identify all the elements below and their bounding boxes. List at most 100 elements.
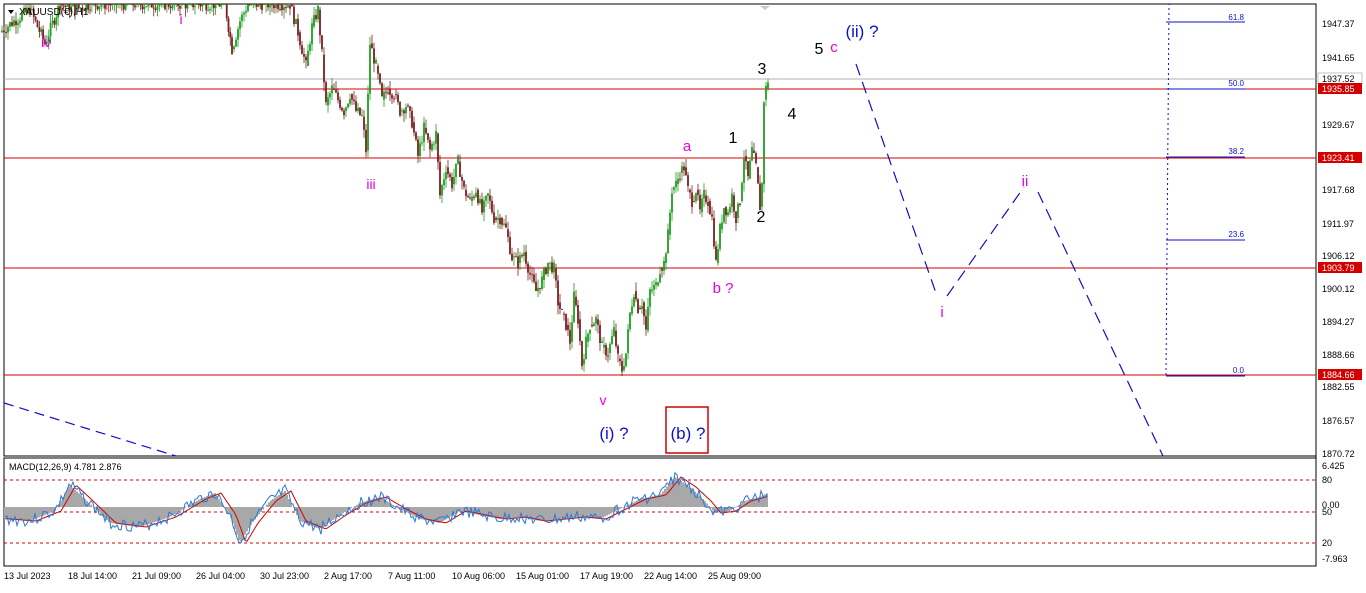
candle-body <box>529 273 531 275</box>
candle-body <box>603 345 605 348</box>
macd-histogram-bar <box>116 507 118 524</box>
candle-body <box>563 314 565 315</box>
candle-body <box>569 330 571 344</box>
candle-body <box>239 21 241 29</box>
candle-body <box>463 181 465 187</box>
macd-histogram-bar <box>386 501 388 507</box>
macd-histogram-bar <box>160 507 162 520</box>
macd-histogram-bar <box>276 496 278 507</box>
candle-body <box>149 4 151 5</box>
time-tick: 21 Jul 09:00 <box>132 571 181 581</box>
candle-body <box>429 140 431 150</box>
macd-histogram-bar <box>426 507 428 520</box>
macd-histogram-bar <box>76 492 78 507</box>
macd-histogram-bar <box>610 507 612 514</box>
macd-histogram-bar <box>500 507 502 519</box>
candle-body <box>261 4 263 10</box>
candle-body <box>151 4 153 7</box>
macd-histogram-bar <box>356 505 358 507</box>
candle-body <box>661 269 663 271</box>
time-tick: 15 Aug 01:00 <box>516 571 569 581</box>
candle-body <box>503 224 505 225</box>
candle-body <box>1 31 3 32</box>
current-price-label: 1937.52 <box>1322 74 1355 84</box>
candle-body <box>218 4 220 6</box>
candle-body <box>61 4 63 5</box>
candle-body <box>183 4 185 5</box>
macd-histogram-bar <box>120 507 122 524</box>
candle-body <box>228 18 230 32</box>
candle-body <box>192 4 194 7</box>
candle-body <box>359 108 361 115</box>
candle-body <box>147 4 149 6</box>
candle-body <box>707 202 709 206</box>
candle-body <box>575 297 577 305</box>
candle-body <box>249 4 251 5</box>
macd-histogram-bar <box>324 507 326 526</box>
candle-body <box>715 246 717 259</box>
wave-label-i-top: i <box>179 11 182 27</box>
chart-canvas[interactable]: 61.8 50.0 38.2 23.6 0.0 iv i iii v a b ?… <box>0 0 1366 588</box>
candle-body <box>317 6 319 19</box>
candle-body <box>413 122 415 132</box>
candle-body <box>373 48 375 63</box>
candle-body <box>651 290 653 291</box>
candle-body <box>357 108 359 111</box>
candle-body <box>157 6 159 10</box>
macd-histogram-bar <box>148 507 150 524</box>
macd-histogram-bar <box>454 507 456 514</box>
candle-body <box>295 19 297 24</box>
candle-body <box>521 255 523 256</box>
candle-body <box>537 288 539 291</box>
macd-histogram-bar <box>448 507 450 518</box>
candle-body <box>267 4 269 7</box>
candle-body <box>38 27 40 32</box>
macd-histogram-bar <box>176 507 178 513</box>
candle-body <box>52 21 54 23</box>
candle-body <box>337 92 339 100</box>
price-tick: 1929.67 <box>1322 120 1355 130</box>
candle-body <box>511 254 513 261</box>
candle-body <box>217 4 219 5</box>
candle-body <box>202 4 204 6</box>
candle-body <box>231 37 233 54</box>
candle-body <box>629 313 631 330</box>
macd-histogram-bar <box>594 507 596 519</box>
macd-histogram-bar <box>608 507 610 515</box>
candle-body <box>237 29 239 40</box>
candle-body <box>365 130 367 152</box>
candle-body <box>657 282 659 285</box>
candle-body <box>561 309 563 310</box>
candle-body <box>433 144 435 145</box>
candle-body <box>119 4 121 5</box>
candle-body <box>226 4 228 18</box>
macd-histogram-bar <box>332 507 334 520</box>
macd-histogram-bar <box>388 502 390 507</box>
candle-body <box>211 4 213 5</box>
candle-body <box>387 93 389 94</box>
candle-body <box>449 174 451 177</box>
candle-body <box>729 207 731 212</box>
time-tick: 26 Jul 04:00 <box>196 571 245 581</box>
candle-body <box>209 9 211 10</box>
candle-body <box>547 263 549 274</box>
chart-window[interactable]: 61.8 50.0 38.2 23.6 0.0 iv i iii v a b ?… <box>0 0 1366 588</box>
candle-body <box>493 212 495 223</box>
wave-label-2: 2 <box>757 209 766 226</box>
time-tick: 30 Jul 23:00 <box>260 571 309 581</box>
candle-body <box>293 6 295 24</box>
candle-body <box>15 21 17 25</box>
candle-body <box>247 4 249 11</box>
candle-body <box>693 201 695 202</box>
candle-body <box>166 4 168 5</box>
candle-body <box>207 10 209 11</box>
candle-body <box>507 229 509 237</box>
macd-histogram-bar <box>246 507 248 531</box>
candle-body <box>345 107 347 111</box>
candle-body <box>158 4 160 6</box>
candle-body <box>343 110 345 115</box>
candle-body <box>134 5 136 7</box>
candle-body <box>164 4 166 9</box>
candle-body <box>441 185 443 195</box>
candle-body <box>321 35 323 49</box>
